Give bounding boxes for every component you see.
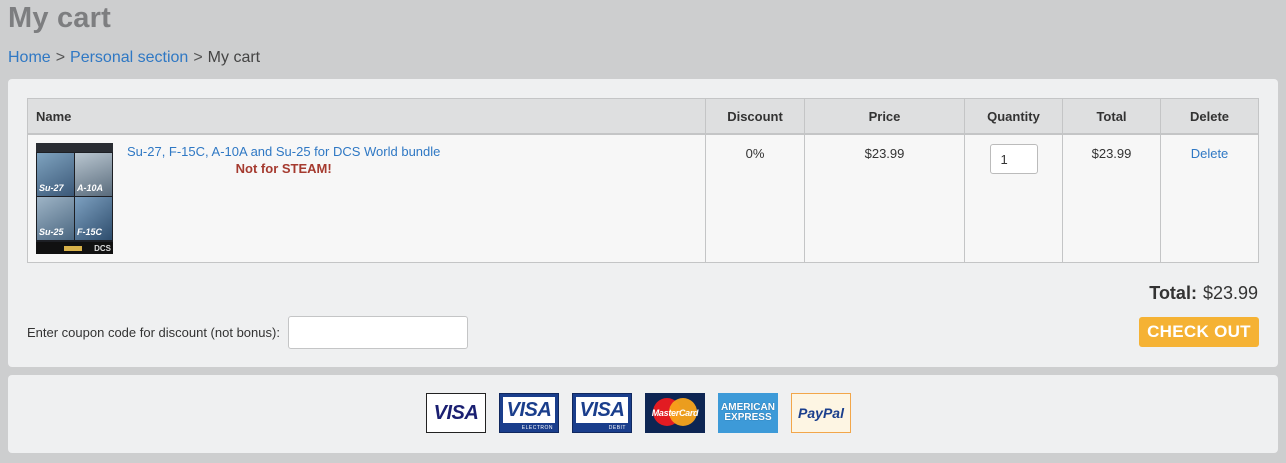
thumb-label: A-10A <box>77 183 104 193</box>
page-title: My cart <box>8 2 111 34</box>
visa-logo-text: VISA <box>433 401 479 424</box>
quantity-cell <box>964 133 1063 263</box>
visa-debit-sub: DEBIT <box>608 425 626 431</box>
quantity-input[interactable] <box>989 144 1038 174</box>
delete-cell: Delete <box>1160 133 1259 263</box>
breadcrumb-personal-section-link[interactable]: Personal section <box>70 49 188 66</box>
thumb-label: Su-25 <box>39 227 64 237</box>
payment-logos: VISA VISA ELECTRON VISA DEBIT MasterCard… <box>426 393 851 433</box>
cart-panel: Name Discount Price Quantity Total Delet… <box>8 79 1278 367</box>
product-warning: Not for STEAM! <box>235 161 332 176</box>
header-delete: Delete <box>1160 98 1259 135</box>
coupon-input[interactable] <box>287 316 468 349</box>
header-total: Total <box>1062 98 1161 135</box>
breadcrumb-separator: > <box>193 49 203 66</box>
row-total-value: $23.99 <box>1091 146 1132 161</box>
visa-electron-logo-text: VISA <box>506 398 552 421</box>
thumb-label: F-15C <box>77 227 103 237</box>
mastercard-logo-text: MasterCard <box>651 408 699 418</box>
thumb-label: Su-27 <box>39 183 64 193</box>
product-name-link[interactable]: Su-27, F-15C, A-10A and Su-25 for DCS Wo… <box>127 144 440 159</box>
header-discount: Discount <box>705 98 805 135</box>
discount-cell: 0% <box>705 133 805 263</box>
total-value: $23.99 <box>1202 283 1258 303</box>
delete-link[interactable]: Delete <box>1191 146 1229 161</box>
product-thumbnail[interactable]: Su-27 A-10A Su-25 F-15C DCS <box>36 143 113 254</box>
header-price: Price <box>804 98 965 135</box>
dcs-logo: DCS <box>94 244 111 253</box>
discount-value: 0% <box>745 146 765 161</box>
cart-table: Name Discount Price Quantity Total Delet… <box>27 98 1259 263</box>
visa-electron-logo: VISA ELECTRON <box>499 393 559 433</box>
breadcrumb: Home > Personal section > My cart <box>8 49 260 67</box>
visa-logo: VISA <box>426 393 486 433</box>
coupon-section: Enter coupon code for discount (not bonu… <box>27 316 468 349</box>
total-label: Total: <box>1149 283 1197 303</box>
table-row: Su-27 A-10A Su-25 F-15C DCS Su-27, F-15C… <box>27 133 1259 263</box>
checkout-button[interactable]: CHECK OUT <box>1139 317 1259 347</box>
american-express-logo: AMERICAN EXPRESS <box>718 393 778 433</box>
price-cell: $23.99 <box>804 133 965 263</box>
paypal-logo-text: PayPal <box>798 405 844 421</box>
cart-total: Total: $23.99 <box>1149 283 1258 304</box>
visa-electron-sub: ELECTRON <box>521 425 553 431</box>
breadcrumb-home-link[interactable]: Home <box>8 49 51 66</box>
payment-methods-panel: VISA VISA ELECTRON VISA DEBIT MasterCard… <box>8 375 1278 453</box>
amex-line2: EXPRESS <box>724 412 772 423</box>
table-header-row: Name Discount Price Quantity Total Delet… <box>27 98 1259 135</box>
total-cell: $23.99 <box>1062 133 1161 263</box>
header-name: Name <box>27 98 706 135</box>
breadcrumb-current: My cart <box>207 49 261 66</box>
paypal-logo: PayPal <box>791 393 851 433</box>
visa-debit-logo: VISA DEBIT <box>572 393 632 433</box>
breadcrumb-separator: > <box>55 49 66 66</box>
header-quantity: Quantity <box>964 98 1063 135</box>
coupon-label: Enter coupon code for discount (not bonu… <box>27 325 280 340</box>
visa-debit-logo-text: VISA <box>579 398 625 421</box>
price-value: $23.99 <box>864 146 905 161</box>
mastercard-logo: MasterCard <box>645 393 705 433</box>
product-cell: Su-27 A-10A Su-25 F-15C DCS Su-27, F-15C… <box>27 133 706 263</box>
